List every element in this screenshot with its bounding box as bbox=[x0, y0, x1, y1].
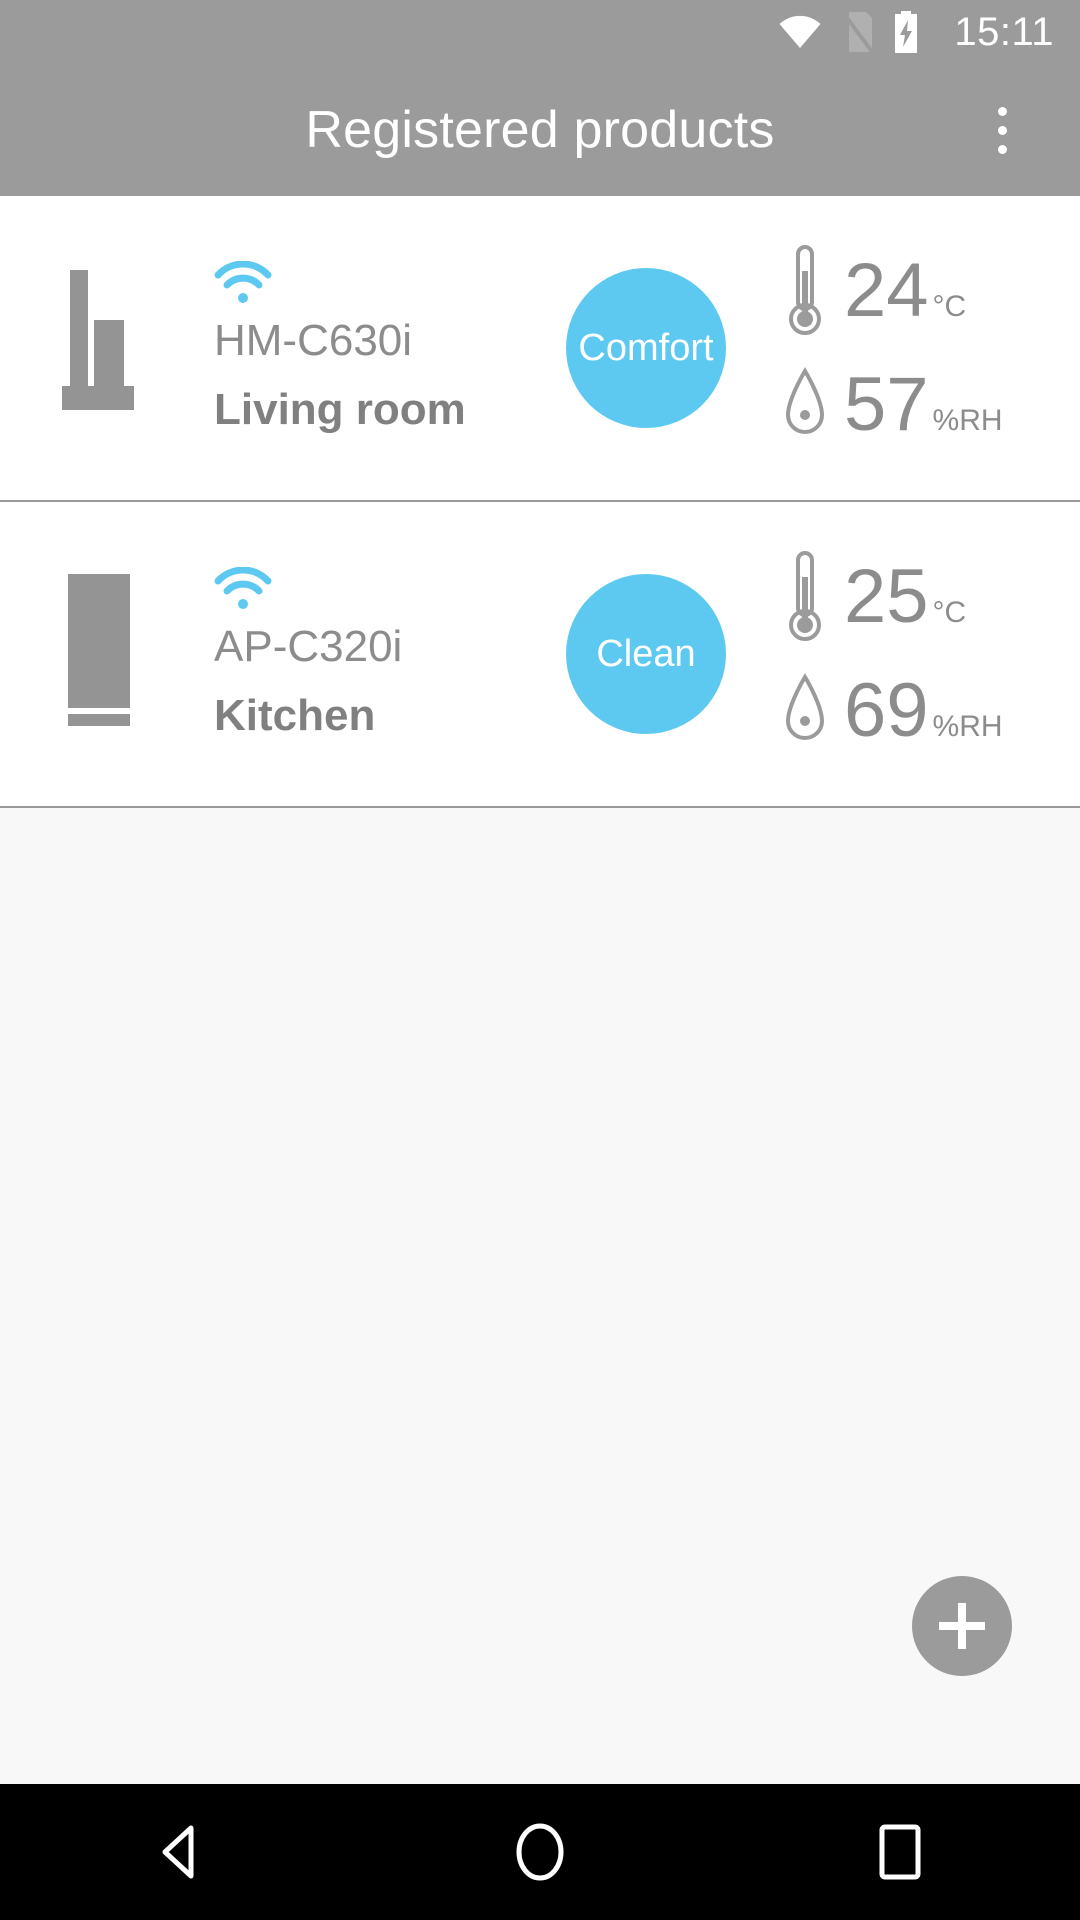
back-triangle-icon bbox=[162, 1825, 194, 1879]
thermometer-icon bbox=[776, 543, 834, 651]
product-readings: 25 °C 69 %RH bbox=[726, 543, 1050, 765]
app-bar: Registered products bbox=[0, 64, 1080, 196]
product-name-block: AP-C320i Kitchen bbox=[192, 563, 552, 746]
product-list-item[interactable]: AP-C320i Kitchen Clean 25 °C 69 %RH bbox=[0, 502, 1080, 806]
home-circle-icon bbox=[516, 1823, 564, 1881]
overflow-menu-icon[interactable] bbox=[972, 90, 1032, 170]
empty-content-area bbox=[0, 808, 1080, 1784]
overflow-dot-2 bbox=[997, 125, 1007, 135]
overflow-dot-1 bbox=[997, 106, 1007, 116]
air-purifier-icon bbox=[56, 574, 176, 734]
status-badge[interactable]: Clean bbox=[566, 574, 726, 734]
status-bar-clock: 15:11 bbox=[954, 10, 1054, 54]
temperature-unit: °C bbox=[932, 289, 967, 323]
status-badge-label: Comfort bbox=[578, 326, 714, 369]
app-screen: 15:11 Registered products HM-C630i Livin… bbox=[0, 0, 1080, 1920]
status-bar: 15:11 bbox=[0, 0, 1080, 64]
product-room: Kitchen bbox=[214, 691, 376, 740]
nav-recents-button[interactable] bbox=[830, 1784, 970, 1920]
temperature-reading: 24 °C bbox=[776, 237, 966, 345]
wifi-icon bbox=[214, 257, 552, 305]
thermometer-icon bbox=[776, 237, 834, 345]
no-sim-card-icon bbox=[840, 10, 875, 54]
add-product-button[interactable] bbox=[912, 1576, 1012, 1676]
status-badge-label: Clean bbox=[596, 632, 696, 675]
humidity-drop-icon bbox=[776, 657, 834, 765]
product-readings: 24 °C 57 %RH bbox=[726, 237, 1050, 459]
humidity-drop-icon bbox=[776, 351, 834, 459]
plus-icon-vertical bbox=[958, 1603, 966, 1649]
humidity-value: 57 bbox=[844, 362, 929, 448]
product-model: AP-C320i bbox=[214, 621, 403, 671]
status-bar-icons: 15:11 bbox=[778, 10, 1054, 54]
humidity-value: 69 bbox=[844, 668, 929, 754]
system-navigation-bar bbox=[0, 1784, 1080, 1920]
humidity-reading: 69 %RH bbox=[776, 657, 1003, 765]
recents-square-icon bbox=[879, 1824, 921, 1880]
humidity-unit: %RH bbox=[932, 709, 1003, 743]
registered-products-list: HM-C630i Living room Comfort 24 °C 57 %R… bbox=[0, 196, 1080, 808]
nav-home-button[interactable] bbox=[470, 1784, 610, 1920]
product-name-block: HM-C630i Living room bbox=[192, 257, 552, 440]
wifi-icon bbox=[214, 563, 552, 611]
nav-back-button[interactable] bbox=[110, 1784, 250, 1920]
status-badge[interactable]: Comfort bbox=[566, 268, 726, 428]
wifi-icon bbox=[778, 15, 822, 49]
temperature-value: 25 bbox=[844, 554, 929, 640]
humidity-reading: 57 %RH bbox=[776, 351, 1003, 459]
battery-charging-icon bbox=[892, 10, 920, 54]
temperature-reading: 25 °C bbox=[776, 543, 966, 651]
humidity-unit: %RH bbox=[932, 403, 1003, 437]
product-room: Living room bbox=[214, 385, 466, 434]
page-title: Registered products bbox=[305, 101, 775, 159]
temperature-unit: °C bbox=[932, 595, 967, 629]
overflow-dot-3 bbox=[997, 144, 1007, 154]
product-model: HM-C630i bbox=[214, 315, 413, 365]
product-list-item[interactable]: HM-C630i Living room Comfort 24 °C 57 %R… bbox=[0, 196, 1080, 500]
humidifier-icon bbox=[56, 268, 176, 428]
temperature-value: 24 bbox=[844, 248, 929, 334]
